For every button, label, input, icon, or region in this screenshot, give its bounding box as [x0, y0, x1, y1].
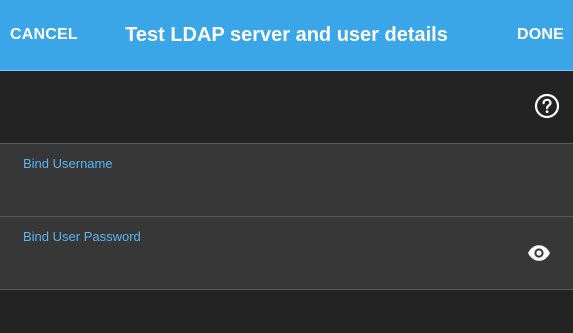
eye-icon[interactable] [527, 244, 551, 262]
help-row [0, 71, 573, 143]
bind-password-field[interactable]: Bind User Password [0, 216, 573, 290]
dialog-title: Test LDAP server and user details [125, 24, 448, 46]
bind-password-label: Bind User Password [23, 229, 141, 244]
empty-area [0, 290, 573, 333]
dialog-header: CANCEL Test LDAP server and user details… [0, 0, 573, 71]
bind-username-input[interactable] [23, 178, 503, 204]
bind-username-field[interactable]: Bind Username [0, 143, 573, 216]
help-circle-icon[interactable] [534, 93, 560, 119]
bind-password-input[interactable] [23, 251, 503, 277]
done-button[interactable]: DONE [517, 0, 564, 70]
cancel-button[interactable]: CANCEL [10, 0, 78, 70]
bind-username-label: Bind Username [23, 156, 113, 171]
